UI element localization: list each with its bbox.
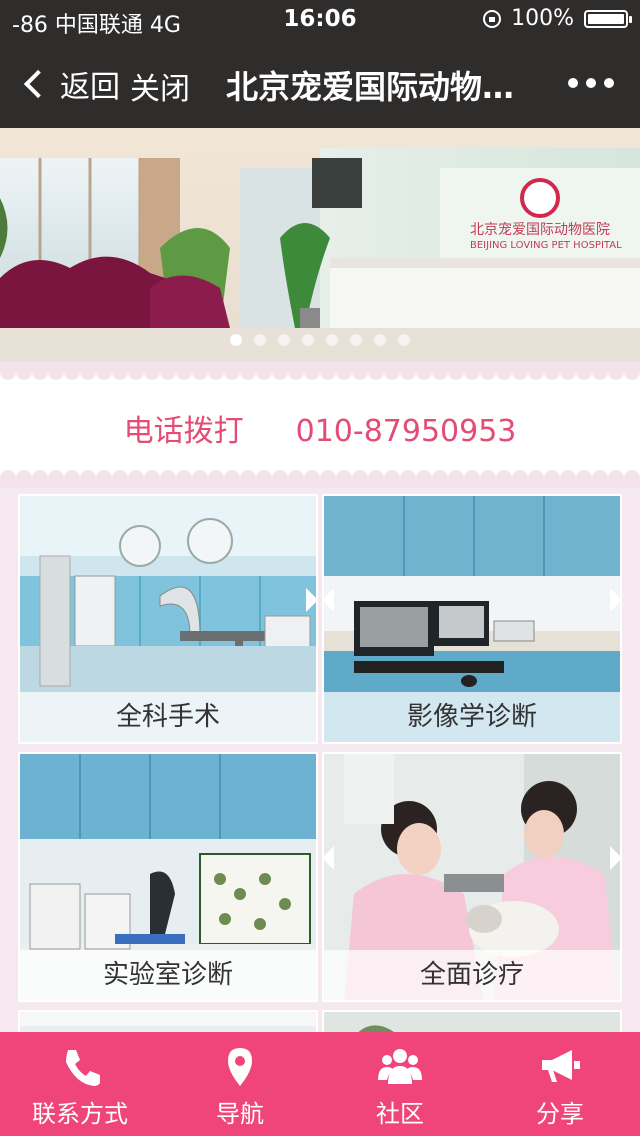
logo-subtext: BEIJING LOVING PET HOSPITAL [470,240,622,251]
carousel-dot[interactable] [230,334,242,346]
lobby-photo: 北京宠爱国际动物医院 BEIJING LOVING PET HOSPITAL [0,128,640,362]
service-label: 实验室诊断 [20,950,316,1000]
arrow-right-icon [610,588,620,612]
phone-number: 010-87950953 [295,414,517,449]
carousel-dot[interactable] [302,334,314,346]
more-menu-button[interactable] [568,78,614,88]
tab-navigation[interactable]: 导航 [160,1032,320,1136]
status-bar: -86 中国联通 4G 16:06 100% [0,0,640,40]
more-dot-icon [586,78,596,88]
battery-icon [584,9,632,28]
carousel-dot[interactable] [398,334,410,346]
tab-share[interactable]: 分享 [480,1032,640,1136]
call-phone-button[interactable]: 电话拨打 010-87950953 [0,406,640,450]
tab-contact[interactable]: 联系方式 [0,1032,160,1136]
chevron-left-icon [23,69,53,99]
more-dot-icon [568,78,578,88]
tab-label: 联系方式 [32,1100,128,1128]
battery-fill [588,13,624,24]
bottom-tab-bar: 联系方式 导航 社区 分享 [0,1032,640,1136]
carousel-dots [0,334,640,346]
tab-community[interactable]: 社区 [320,1032,480,1136]
back-button[interactable]: 返回 [18,62,120,106]
contact-strip: 电话拨打 010-87950953 [0,362,640,488]
service-label: 全面诊疗 [324,950,620,1000]
tab-label: 导航 [216,1100,264,1128]
rotation-lock-icon [483,9,502,28]
banner-carousel[interactable]: 北京宠爱国际动物医院 BEIJING LOVING PET HOSPITAL [0,128,640,362]
page-title: 北京宠爱国际动物医院 [226,68,526,106]
carousel-dot[interactable] [350,334,362,346]
arrow-right-icon [610,846,620,870]
back-label: 返回 [60,70,120,105]
call-label: 电话拨打 [123,414,244,449]
nav-bar: 返回 关闭 北京宠爱国际动物医院 [0,40,640,128]
service-card-surgery[interactable]: 全科手术 [18,494,318,744]
tab-label: 分享 [536,1100,584,1128]
carousel-dot[interactable] [254,334,266,346]
megaphone-icon [542,1050,580,1082]
lace-border-top [0,362,640,380]
battery-percent: 100% [511,6,574,31]
more-dot-icon [604,78,614,88]
community-icon [378,1049,422,1084]
service-card-lab[interactable]: 实验室诊断 [18,752,318,1002]
carousel-dot[interactable] [326,334,338,346]
arrow-left-icon [324,588,334,612]
carousel-dot[interactable] [278,334,290,346]
service-label: 全科手术 [20,692,316,742]
lace-border-bottom [0,470,640,488]
service-label: 影像学诊断 [324,692,620,742]
services-grid: 全科手术 影像学诊断 实验室诊断 全面诊疗 [0,488,640,1050]
carousel-dot[interactable] [374,334,386,346]
location-pin-icon [228,1048,252,1086]
service-card-treatment[interactable]: 全面诊疗 [322,752,622,1002]
arrow-right-icon [306,588,316,612]
arrow-left-icon [324,846,334,870]
status-right: 100% [483,6,632,31]
close-button[interactable]: 关闭 [130,64,190,108]
logo-text: 北京宠爱国际动物医院 [470,222,610,238]
tab-label: 社区 [376,1100,424,1128]
phone-icon [66,1050,100,1086]
service-card-imaging[interactable]: 影像学诊断 [322,494,622,744]
